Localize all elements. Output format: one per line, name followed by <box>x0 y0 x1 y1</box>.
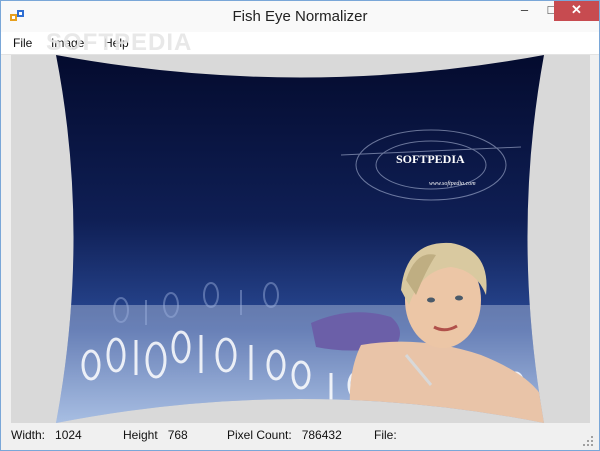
status-width: Width: 1024 <box>11 428 82 442</box>
status-height: Height 768 <box>123 428 188 442</box>
normalized-image: SOFTPEDIA www.softpedia.com <box>56 55 544 423</box>
status-bar: Width: 1024 Height 768 Pixel Count: 786432 … <box>1 424 599 450</box>
menu-file[interactable]: File <box>13 36 32 50</box>
height-label: Height <box>123 428 158 442</box>
app-window: Fish Eye Normalizer – □ ✕ File Image Hel… <box>0 0 600 451</box>
status-pixel-count: Pixel Count: 786432 <box>227 428 342 442</box>
resize-grip-icon[interactable] <box>583 436 593 446</box>
width-label: Width: <box>11 428 46 442</box>
image-brand-text: SOFTPEDIA <box>396 152 465 166</box>
close-button[interactable]: ✕ <box>554 1 599 21</box>
pixel-count-value: 786432 <box>301 428 342 442</box>
status-file: File: <box>374 428 407 442</box>
minimize-button[interactable]: – <box>511 1 538 21</box>
title-bar[interactable]: Fish Eye Normalizer – □ ✕ <box>1 1 599 32</box>
width-value: 1024 <box>55 428 82 442</box>
softpedia-watermark: SOFTPEDIA <box>46 29 193 56</box>
window-title: Fish Eye Normalizer <box>232 8 368 25</box>
file-label: File: <box>374 428 397 442</box>
image-url-text: www.softpedia.com <box>429 180 476 187</box>
pixel-count-label: Pixel Count: <box>227 428 292 442</box>
image-canvas[interactable]: SOFTPEDIA www.softpedia.com <box>11 55 590 423</box>
height-value: 768 <box>167 428 188 442</box>
